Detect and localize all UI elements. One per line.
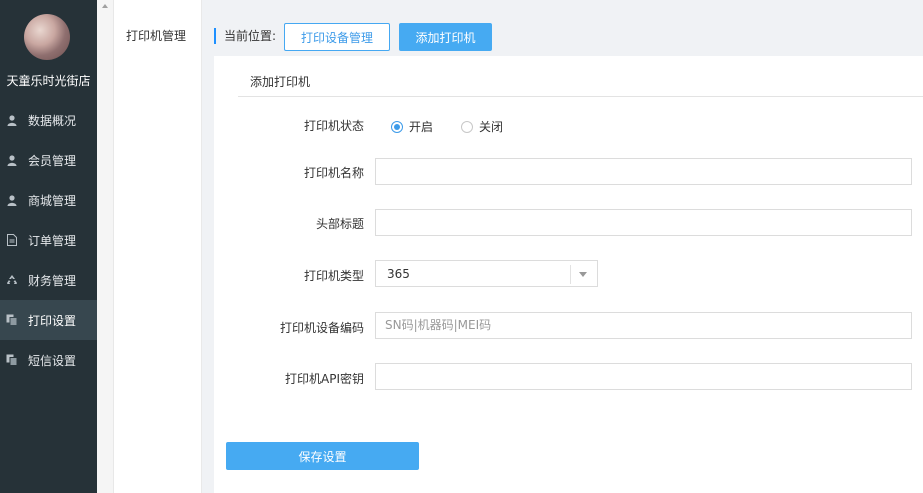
avatar[interactable] (24, 14, 70, 60)
sidebar-item-label: 打印设置 (28, 313, 77, 328)
document-icon (6, 234, 18, 246)
sidebar-item-orders[interactable]: 订单管理 (0, 220, 97, 260)
store-name: 天童乐时光街店 (6, 74, 91, 88)
form-panel: 添加打印机 打印机状态 开启 关闭 打印机名称 头部标题 打印机类型 365 打… (214, 56, 923, 493)
user-icon (6, 154, 18, 166)
panel-title: 添加打印机 (250, 75, 311, 89)
sidebar-item-label: 短信设置 (28, 353, 77, 368)
recycle-icon (6, 274, 18, 286)
radio-unchecked-icon (461, 120, 473, 133)
add-printer-button[interactable]: 添加打印机 (399, 23, 492, 51)
main-content: 当前位置: 打印设备管理 添加打印机 添加打印机 打印机状态 开启 关闭 打印机… (202, 0, 923, 493)
radio-checked-icon (391, 120, 403, 133)
sidebar-item-label: 订单管理 (28, 233, 77, 248)
sidebar-item-label: 财务管理 (28, 273, 77, 288)
copy-icon (6, 314, 18, 326)
sidebar-item-print-settings[interactable]: 打印设置 (0, 300, 97, 340)
divider (570, 265, 571, 284)
sidebar-item-members[interactable]: 会员管理 (0, 140, 97, 180)
main-sidebar: 天童乐时光街店 数据概况 会员管理 商城管理 订单管理 财务管理 打印设置 短信… (0, 0, 97, 493)
printer-name-field[interactable] (375, 158, 912, 185)
radio-label: 关闭 (479, 120, 504, 134)
sidebar-item-sms-settings[interactable]: 短信设置 (0, 340, 97, 380)
printer-type-select[interactable]: 365 (375, 260, 598, 287)
sidebar-item-overview[interactable]: 数据概况 (0, 100, 97, 140)
sub-navigation: 打印机管理 (114, 0, 202, 493)
copy-icon (6, 354, 18, 366)
header-title-field[interactable] (375, 209, 912, 236)
api-key-field[interactable] (375, 363, 912, 390)
status-on-radio[interactable]: 开启 (391, 118, 433, 135)
sidebar-item-label: 商城管理 (28, 193, 77, 208)
printer-device-management-button[interactable]: 打印设备管理 (284, 23, 390, 51)
header-title-label: 头部标题 (315, 217, 364, 231)
radio-label: 开启 (409, 120, 434, 134)
sidebar-item-finance[interactable]: 财务管理 (0, 260, 97, 300)
select-value: 365 (387, 267, 410, 281)
breadcrumb: 当前位置: (214, 28, 276, 44)
save-settings-button[interactable]: 保存设置 (226, 442, 419, 470)
printer-type-label: 打印机类型 (303, 269, 364, 283)
user-icon (6, 114, 18, 126)
status-off-radio[interactable]: 关闭 (461, 118, 503, 135)
scroll-up-icon[interactable] (102, 4, 108, 8)
device-code-field[interactable]: SN码|机器码|MEI码 (375, 312, 912, 339)
chevron-down-icon (579, 272, 587, 277)
scrollbar[interactable] (97, 0, 114, 493)
divider (238, 96, 923, 97)
user-icon (6, 194, 18, 206)
device-code-label: 打印机设备编码 (279, 321, 364, 335)
sidebar-item-label: 数据概况 (28, 113, 77, 128)
status-label: 打印机状态 (303, 119, 364, 133)
printer-name-label: 打印机名称 (303, 166, 364, 180)
api-key-label: 打印机API密钥 (285, 372, 364, 386)
sidebar-item-label: 会员管理 (28, 153, 77, 168)
subnav-item-printer-management[interactable]: 打印机管理 (126, 27, 186, 44)
sidebar-item-mall[interactable]: 商城管理 (0, 180, 97, 220)
